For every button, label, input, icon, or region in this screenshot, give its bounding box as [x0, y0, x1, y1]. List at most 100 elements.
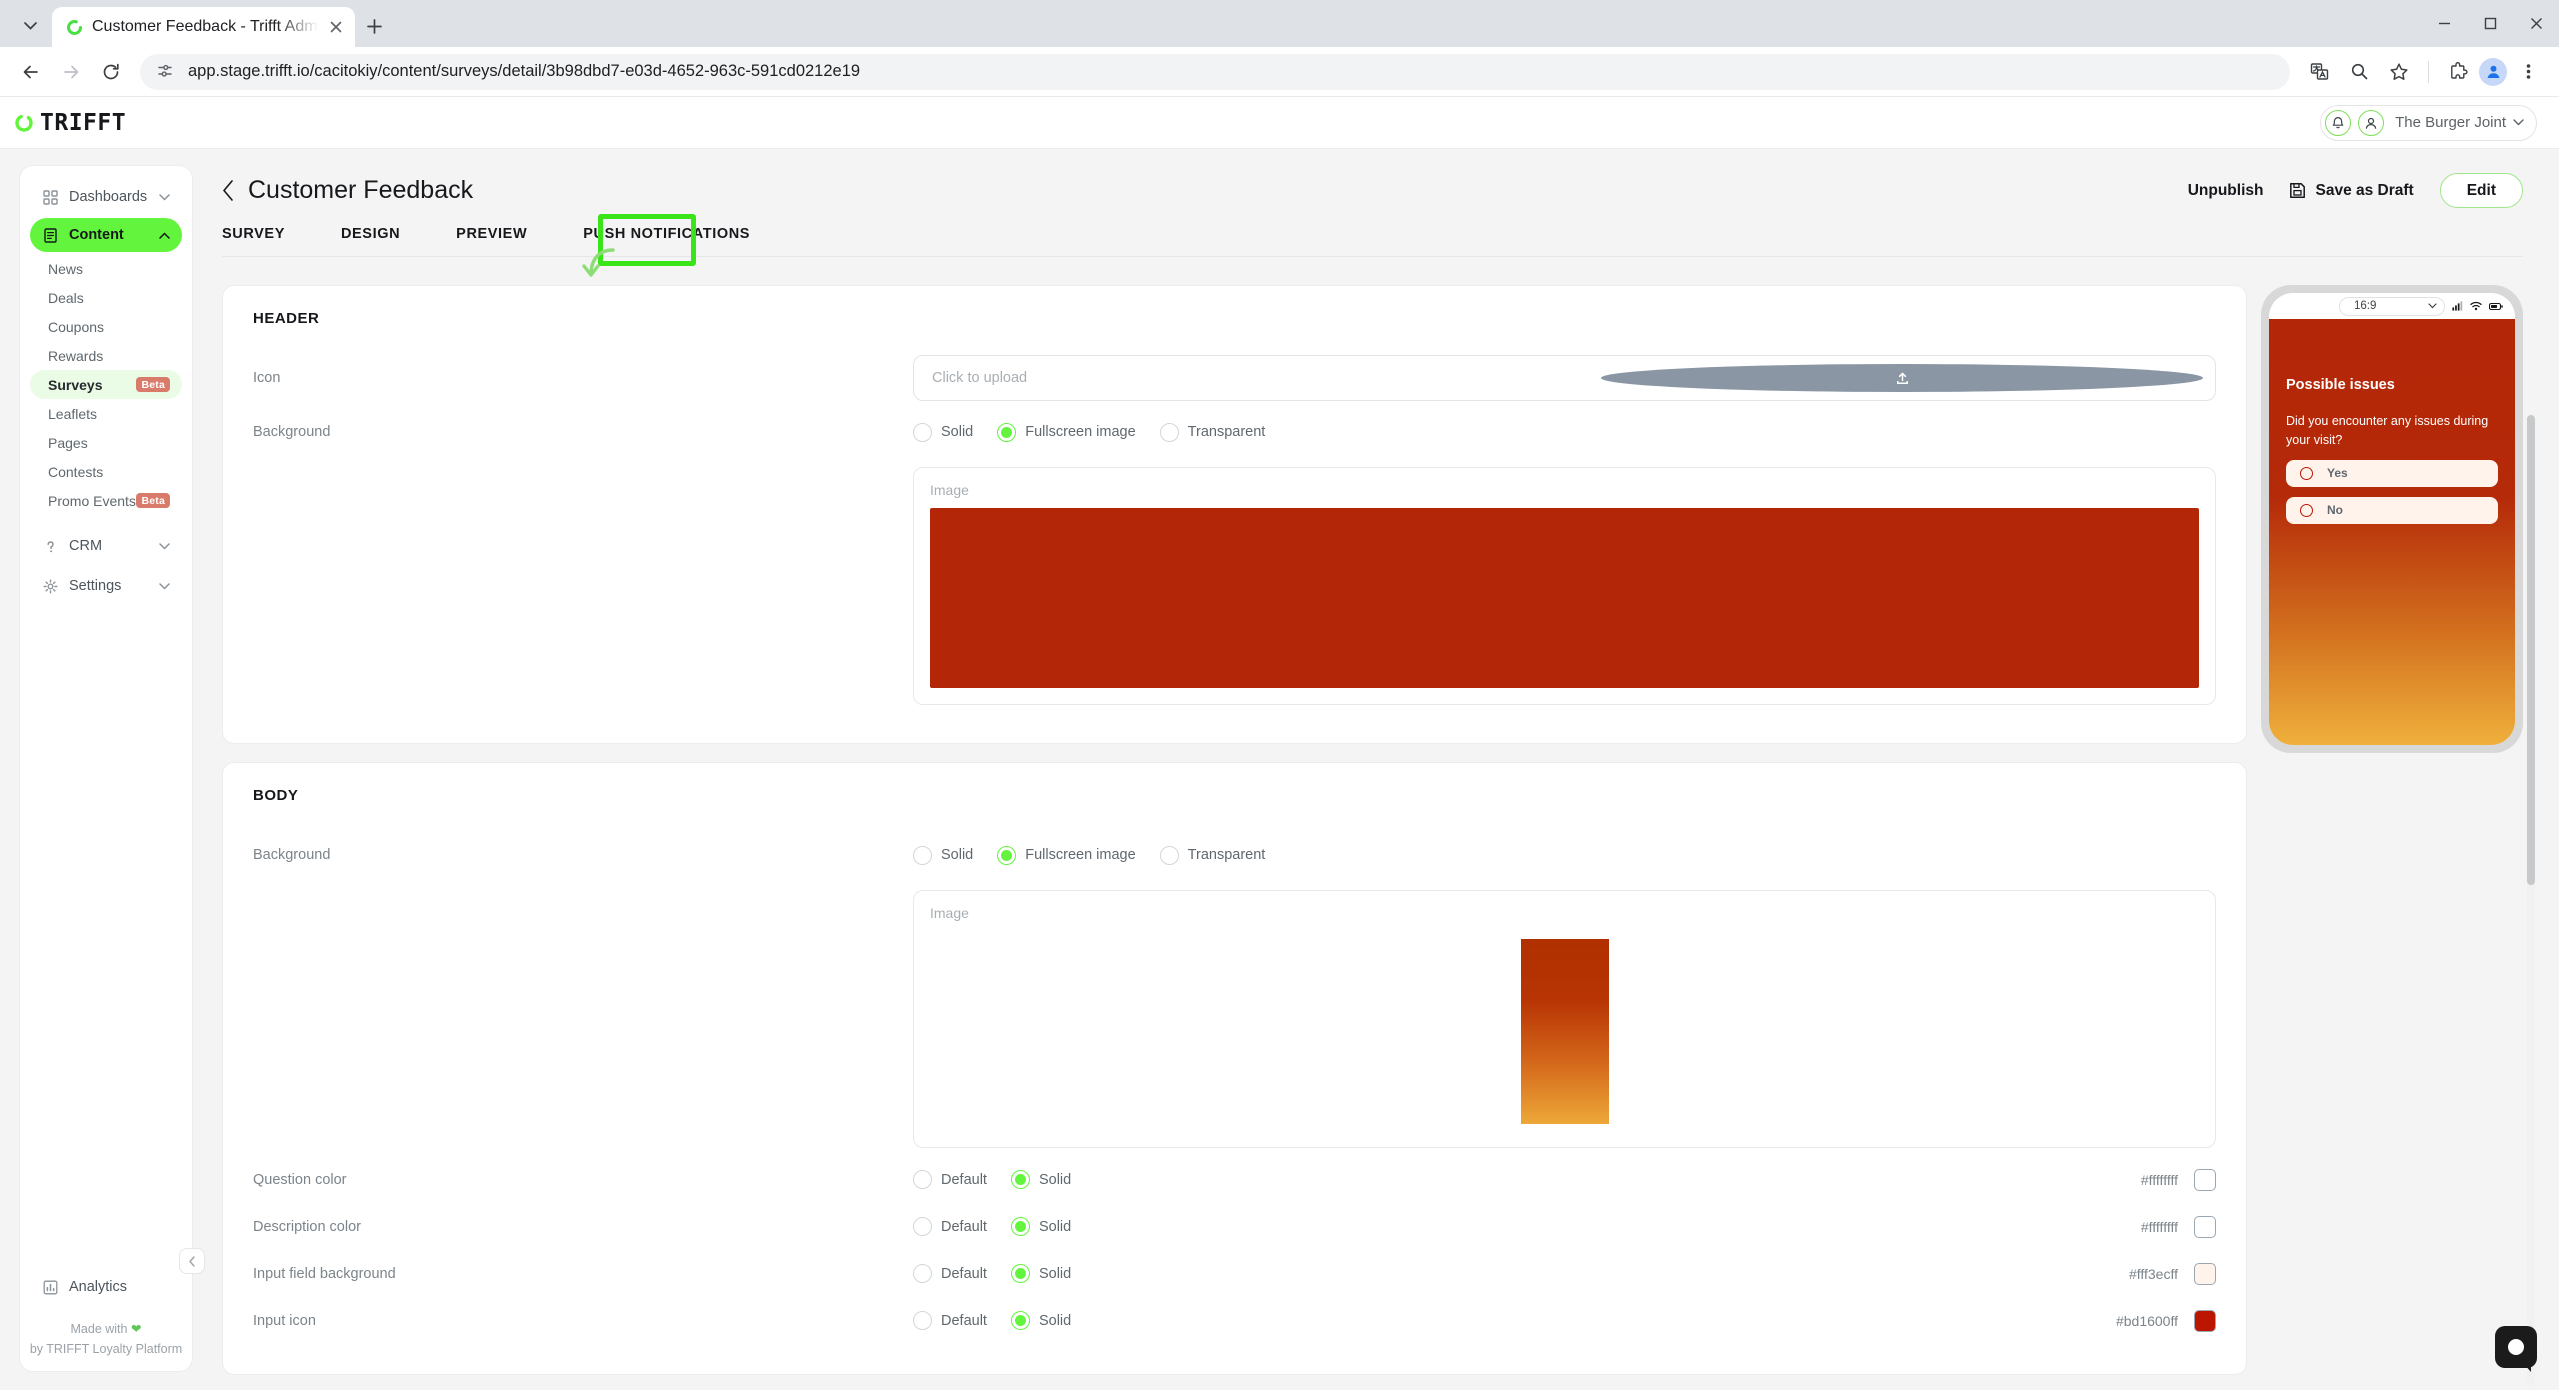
sidebar-item-promo-events[interactable]: Promo Events Beta	[30, 486, 182, 515]
sidebar-item-analytics[interactable]: Analytics	[30, 1270, 182, 1304]
trifft-logo-icon	[14, 113, 34, 133]
maximize-icon[interactable]	[2467, 0, 2513, 47]
content-scrollbar-thumb[interactable]	[2527, 415, 2535, 885]
sidebar-item-deals[interactable]: Deals	[30, 283, 182, 312]
radio-body-solid[interactable]: Solid	[913, 845, 973, 865]
radio-question-default[interactable]: Default	[913, 1170, 987, 1189]
sidebar-item-settings[interactable]: Settings	[30, 569, 182, 603]
radio-input-bg-solid[interactable]: Solid	[1010, 1264, 1071, 1283]
page-title: Customer Feedback	[248, 176, 474, 204]
radio-input-icon-default[interactable]: Default	[913, 1311, 987, 1330]
tab-preview[interactable]: PREVIEW	[428, 226, 555, 257]
header-settings-panel: HEADER Icon Click to upload Background S…	[222, 285, 2247, 744]
upload-icon[interactable]	[1601, 364, 2204, 392]
site-settings-icon[interactable]	[156, 62, 176, 82]
chevron-down-icon[interactable]	[159, 193, 170, 201]
icon-upload-field[interactable]: Click to upload	[913, 355, 2216, 401]
sidebar-collapse-button[interactable]	[179, 1248, 205, 1274]
tab-label: SURVEY	[222, 226, 285, 242]
radio-input-icon-solid[interactable]: Solid	[1010, 1311, 1071, 1330]
sidebar-item-dashboards[interactable]: Dashboards	[30, 180, 182, 214]
radio-icon	[2300, 503, 2313, 517]
sidebar-item-label: Leaflets	[48, 405, 98, 422]
forward-arrow-icon[interactable]	[52, 53, 90, 91]
sidebar-item-label: Dashboards	[69, 189, 148, 205]
minimize-icon[interactable]	[2421, 0, 2467, 47]
header-background-radio-group: Solid Fullscreen image Transparent	[913, 422, 1265, 442]
translate-icon[interactable]	[2300, 53, 2338, 91]
sidebar-item-rewards[interactable]: Rewards	[30, 341, 182, 370]
tab-design[interactable]: DESIGN	[313, 226, 428, 257]
platform-credit: by TRIFFT Loyalty Platform	[29, 1341, 183, 1356]
sidebar-item-content[interactable]: Content	[30, 218, 182, 252]
unpublish-button[interactable]: Unpublish	[2188, 182, 2264, 200]
sidebar-item-crm[interactable]: CRM	[30, 529, 182, 563]
chevron-down-icon[interactable]	[159, 582, 170, 590]
sidebar-item-leaflets[interactable]: Leaflets	[30, 399, 182, 428]
sidebar-item-news[interactable]: News	[30, 254, 182, 283]
reload-icon[interactable]	[92, 53, 130, 91]
star-icon[interactable]	[2380, 53, 2418, 91]
tab-push-notifications[interactable]: PUSH NOTIFICATIONS	[555, 226, 778, 257]
radio-label: Default	[941, 1312, 987, 1329]
radio-header-transparent[interactable]: Transparent	[1159, 422, 1265, 442]
account-chip[interactable]: The Burger Joint	[2320, 104, 2537, 141]
browser-tab[interactable]: Customer Feedback - Trifft Adm	[52, 7, 355, 47]
aspect-ratio-select[interactable]: 16:9	[2339, 296, 2445, 316]
content-scroll-region[interactable]: HEADER Icon Click to upload Background S…	[210, 285, 2537, 1390]
radio-dot-selected	[997, 422, 1017, 442]
question-color-swatch[interactable]	[2194, 1168, 2216, 1191]
radio-dot-selected	[997, 845, 1017, 865]
radio-header-solid[interactable]: Solid	[913, 422, 973, 442]
bell-icon[interactable]	[2325, 109, 2352, 136]
sidebar-item-surveys[interactable]: Surveys Beta	[30, 370, 182, 399]
input-icon-swatch[interactable]	[2194, 1309, 2216, 1332]
user-avatar-icon[interactable]	[2358, 109, 2385, 136]
radio-description-default[interactable]: Default	[913, 1217, 987, 1236]
radio-input-bg-default[interactable]: Default	[913, 1264, 987, 1283]
sidebar-item-contests[interactable]: Contests	[30, 457, 182, 486]
body-background-radio-group: Solid Fullscreen image Transparent	[913, 845, 1265, 865]
tab-survey[interactable]: SURVEY	[222, 226, 313, 257]
radio-header-fullscreen-image[interactable]: Fullscreen image	[997, 422, 1136, 442]
three-dot-menu-icon[interactable]	[2509, 53, 2547, 91]
radio-body-fullscreen-image[interactable]: Fullscreen image	[997, 845, 1136, 865]
chevron-down-icon[interactable]	[159, 542, 170, 550]
body-image-box[interactable]: Image	[913, 890, 2216, 1148]
chevron-down-icon[interactable]	[2513, 119, 2524, 126]
input-field-background-swatch[interactable]	[2194, 1262, 2216, 1285]
back-arrow-icon[interactable]	[12, 53, 50, 91]
radio-dot	[913, 1264, 932, 1283]
brand-logo[interactable]: TRIFFT	[14, 110, 126, 136]
edit-button[interactable]: Edit	[2439, 173, 2523, 208]
preview-option-no[interactable]: No	[2286, 496, 2498, 524]
zoom-search-icon[interactable]	[2340, 53, 2378, 91]
support-chat-button[interactable]	[2495, 1326, 2537, 1372]
new-tab-button[interactable]	[355, 7, 395, 45]
header-image-box[interactable]: Image	[913, 467, 2216, 705]
sidebar-item-label: Analytics	[69, 1279, 128, 1296]
content-scrollbar-track[interactable]	[2527, 415, 2535, 1386]
radio-body-transparent[interactable]: Transparent	[1159, 845, 1265, 865]
profile-avatar-icon[interactable]	[2479, 57, 2507, 86]
sidebar-item-coupons[interactable]: Coupons	[30, 312, 182, 341]
radio-description-solid[interactable]: Solid	[1010, 1217, 1071, 1236]
sidebar-item-pages[interactable]: Pages	[30, 428, 182, 457]
description-color-swatch[interactable]	[2194, 1215, 2216, 1238]
preview-option-yes[interactable]: Yes	[2286, 459, 2498, 487]
address-bar[interactable]: app.stage.trifft.io/cacitokiy/content/su…	[140, 53, 2290, 90]
save-as-draft-button[interactable]: Save as Draft	[2289, 182, 2414, 200]
close-icon[interactable]	[327, 18, 345, 36]
chevron-up-icon[interactable]	[159, 231, 170, 239]
radio-question-solid[interactable]: Solid	[1010, 1170, 1071, 1189]
puzzle-icon[interactable]	[2439, 53, 2477, 91]
section-title-header: HEADER	[253, 310, 320, 327]
tab-search-chevron-icon[interactable]	[8, 7, 52, 45]
toolbar-right-icons	[2300, 53, 2547, 91]
chevron-down-icon[interactable]	[2428, 303, 2437, 309]
sidebar-footer: Made with ❤ by TRIFFT Loyalty Platform	[20, 1304, 192, 1359]
back-chevron-icon[interactable]	[222, 180, 235, 201]
sidebar-item-label: Coupons	[48, 318, 105, 335]
close-window-icon[interactable]	[2513, 0, 2559, 47]
